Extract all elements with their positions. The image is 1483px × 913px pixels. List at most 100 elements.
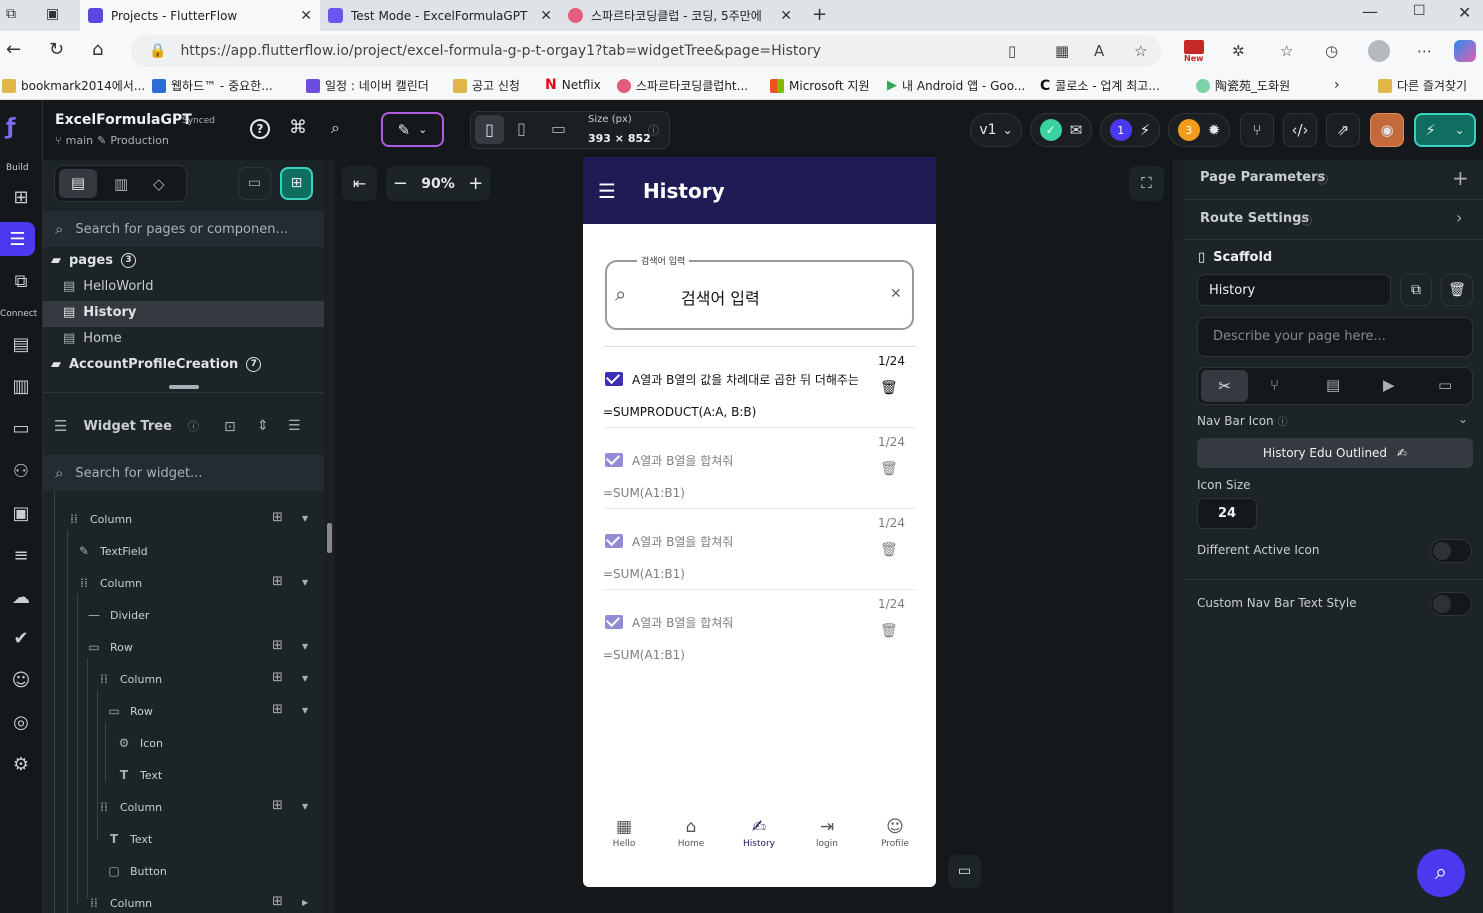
close-tab-icon[interactable]: ✕ <box>300 8 312 24</box>
tree-node-button[interactable]: ▢ Button <box>106 861 167 881</box>
help-chat-button[interactable]: ⌕ <box>1417 849 1465 897</box>
app-icon[interactable]: ▦ <box>1055 42 1069 60</box>
warnings-badge[interactable]: 3 <box>1177 119 1200 141</box>
tab-flutterflow[interactable]: Projects - FlutterFlow ✕ <box>80 0 320 31</box>
data-schema-icon[interactable]: ▤ <box>6 330 36 358</box>
page-name-input[interactable]: History <box>1197 274 1391 306</box>
add-child-icon[interactable]: ⊞ <box>272 574 283 589</box>
search-pages-input[interactable]: ⌕ Search for pages or componen... <box>43 211 324 247</box>
url-field[interactable]: 🔒 https://app.flutterflow.io/project/exc… <box>131 35 1161 67</box>
clear-icon[interactable]: ✕ <box>890 286 902 302</box>
add-page-icon[interactable]: ⊞ <box>280 167 313 200</box>
add-child-icon[interactable]: ⊞ <box>272 894 283 909</box>
bookmark-item[interactable]: 일정 : 네이버 캘린더 <box>306 77 429 94</box>
project-title[interactable]: ExcelFormulaGPT <box>55 112 192 128</box>
nav-item-login[interactable]: ⇥ login <box>797 817 857 849</box>
right-scrollbar[interactable] <box>1174 240 1184 913</box>
info-icon[interactable]: ⓘ <box>1278 413 1288 428</box>
more-icon[interactable]: ⋯ <box>1417 42 1432 60</box>
page-item-home[interactable]: ▤ Home <box>63 331 122 346</box>
expand-collapse-icon[interactable]: ⇕ <box>257 418 269 434</box>
history-item[interactable]: A열과 B열을 합쳐줘 =SUM(A1:B1) 1/24 🗑 <box>603 508 916 589</box>
tree-node-row[interactable]: ▭ Row <box>106 701 153 721</box>
different-active-icon-toggle[interactable] <box>1430 539 1472 563</box>
open-external-icon[interactable]: ⇗ <box>1326 113 1360 147</box>
phone-preview[interactable]: ☰ History 검색어 입력 ⌕ 검색어 입력 ✕ A열과 B열의 값을 차… <box>583 157 936 887</box>
caret-icon[interactable]: ▶ <box>302 898 308 907</box>
tree-node-column[interactable]: ⁞⁞ Column <box>96 797 162 817</box>
pages-tab-icon[interactable]: ▤ <box>59 169 97 198</box>
zoom-in-icon[interactable]: + <box>468 173 483 194</box>
new-tab-icon[interactable]: + <box>812 4 827 25</box>
bookmark-item[interactable]: 웹하드™ - 중요한... <box>152 77 273 94</box>
extensions-icon[interactable]: ✲ <box>1232 42 1245 60</box>
comments-icon[interactable]: ✉ <box>1070 121 1083 139</box>
tab-test-mode[interactable]: Test Mode - ExcelFormulaGPT ✕ <box>320 0 560 31</box>
collapse-panel-icon[interactable]: ⇤ <box>342 166 377 201</box>
nav-item-home[interactable]: ⌂ Home <box>661 817 721 849</box>
tab-actions-icon[interactable]: ▣ <box>46 6 59 22</box>
custom-code-icon[interactable]: ⚇ <box>6 457 36 485</box>
page-item-helloworld[interactable]: ▤ HelloWorld <box>63 279 154 294</box>
bookmark-item[interactable]: ▶ 내 Android 앱 - Goo... <box>887 77 1025 94</box>
chevron-right-icon[interactable]: › <box>1456 208 1462 227</box>
read-mode-icon[interactable]: ▯ <box>1008 42 1016 60</box>
back-icon[interactable]: ← <box>6 39 21 60</box>
page-item-history-label[interactable]: ▤ History <box>63 305 136 320</box>
delete-page-icon[interactable]: 🗑 <box>1441 274 1473 306</box>
settings-icon[interactable]: ⚙ <box>6 750 36 778</box>
menu-icon[interactable]: ☰ <box>598 179 616 203</box>
close-tab-icon[interactable]: ✕ <box>780 8 792 24</box>
tablet-device-icon[interactable]: ▯ <box>517 119 526 138</box>
new-extension-icon[interactable]: New <box>1184 40 1208 64</box>
info-icon[interactable]: ⓘ <box>648 122 659 138</box>
agents-icon[interactable]: ☺ <box>6 666 36 694</box>
search-icon[interactable]: ⌕ <box>331 118 340 138</box>
library-tab-icon[interactable]: ◇ <box>153 175 165 193</box>
bookmark-item[interactable]: N Netflix <box>545 77 601 93</box>
bookmark-item[interactable]: 공고 신청 <box>453 77 520 94</box>
lock-icon[interactable]: ⊡ <box>224 419 236 435</box>
run-test-button[interactable]: ⚡ ⌄ <box>1414 113 1476 147</box>
caret-icon[interactable]: ▼ <box>302 578 308 587</box>
tree-node-row[interactable]: ▭ Row <box>86 637 133 657</box>
history-item[interactable]: A열과 B열의 값을 차례대로 곱한 뒤 더해주는 =SUMPRODUCT(A:… <box>603 346 916 427</box>
add-child-icon[interactable]: ⊞ <box>272 638 283 653</box>
copilot-icon[interactable] <box>1454 40 1476 62</box>
add-widget-icon[interactable]: ⊞ <box>6 183 36 211</box>
page-description-input[interactable]: Describe your page here... <box>1197 317 1473 357</box>
help-icon[interactable]: ? <box>250 119 270 139</box>
tree-node-column[interactable]: ⁞⁞ Column <box>96 669 162 689</box>
tree-node-divider[interactable]: — Divider <box>86 605 149 625</box>
home-icon[interactable]: ⌂ <box>92 39 103 60</box>
api-calls-icon[interactable]: ▭ <box>6 414 36 442</box>
chevron-down-icon[interactable]: ⌄ <box>1458 412 1468 426</box>
info-icon[interactable]: ⓘ <box>188 418 199 434</box>
pages-folder[interactable]: ▰ pages 3 <box>51 253 136 268</box>
tree-node-column[interactable]: ⁞⁞ Column <box>76 573 142 593</box>
history-icon[interactable]: ◷ <box>1325 42 1338 60</box>
backend-query-tab-icon[interactable]: ▤ <box>1326 376 1340 394</box>
tree-node-textfield[interactable]: ✎ TextField <box>76 541 148 561</box>
add-child-icon[interactable]: ⊞ <box>272 702 283 717</box>
add-parameter-icon[interactable]: + <box>1452 166 1469 190</box>
tree-node-text[interactable]: T Text <box>106 829 152 849</box>
caret-icon[interactable]: ▼ <box>302 642 308 651</box>
properties-tab-icon[interactable]: ✂ <box>1201 370 1248 402</box>
collaborators-badge[interactable]: 1 <box>1109 119 1132 141</box>
copy-page-icon[interactable]: ⧉ <box>1400 274 1432 306</box>
delete-icon[interactable]: 🗑 <box>880 542 898 558</box>
state-tab-icon[interactable]: ▭ <box>1438 376 1452 394</box>
add-child-icon[interactable]: ⊞ <box>272 798 283 813</box>
command-palette-icon[interactable]: ⌘ <box>289 117 307 138</box>
bookmark-item[interactable]: 스파르타코딩클럽ht... <box>617 77 748 94</box>
check-status-icon[interactable]: ✓ <box>1039 119 1062 141</box>
info-icon[interactable]: ⓘ <box>1317 171 1328 187</box>
delete-icon[interactable]: 🗑 <box>880 461 898 477</box>
caret-icon[interactable]: ▼ <box>302 514 308 523</box>
read-aloud-icon[interactable]: A <box>1094 42 1104 60</box>
new-folder-icon[interactable]: ▭ <box>238 167 271 200</box>
delete-icon[interactable]: 🗑 <box>880 623 898 639</box>
add-child-icon[interactable]: ⊞ <box>272 670 283 685</box>
add-child-icon[interactable]: ⊞ <box>272 510 283 525</box>
